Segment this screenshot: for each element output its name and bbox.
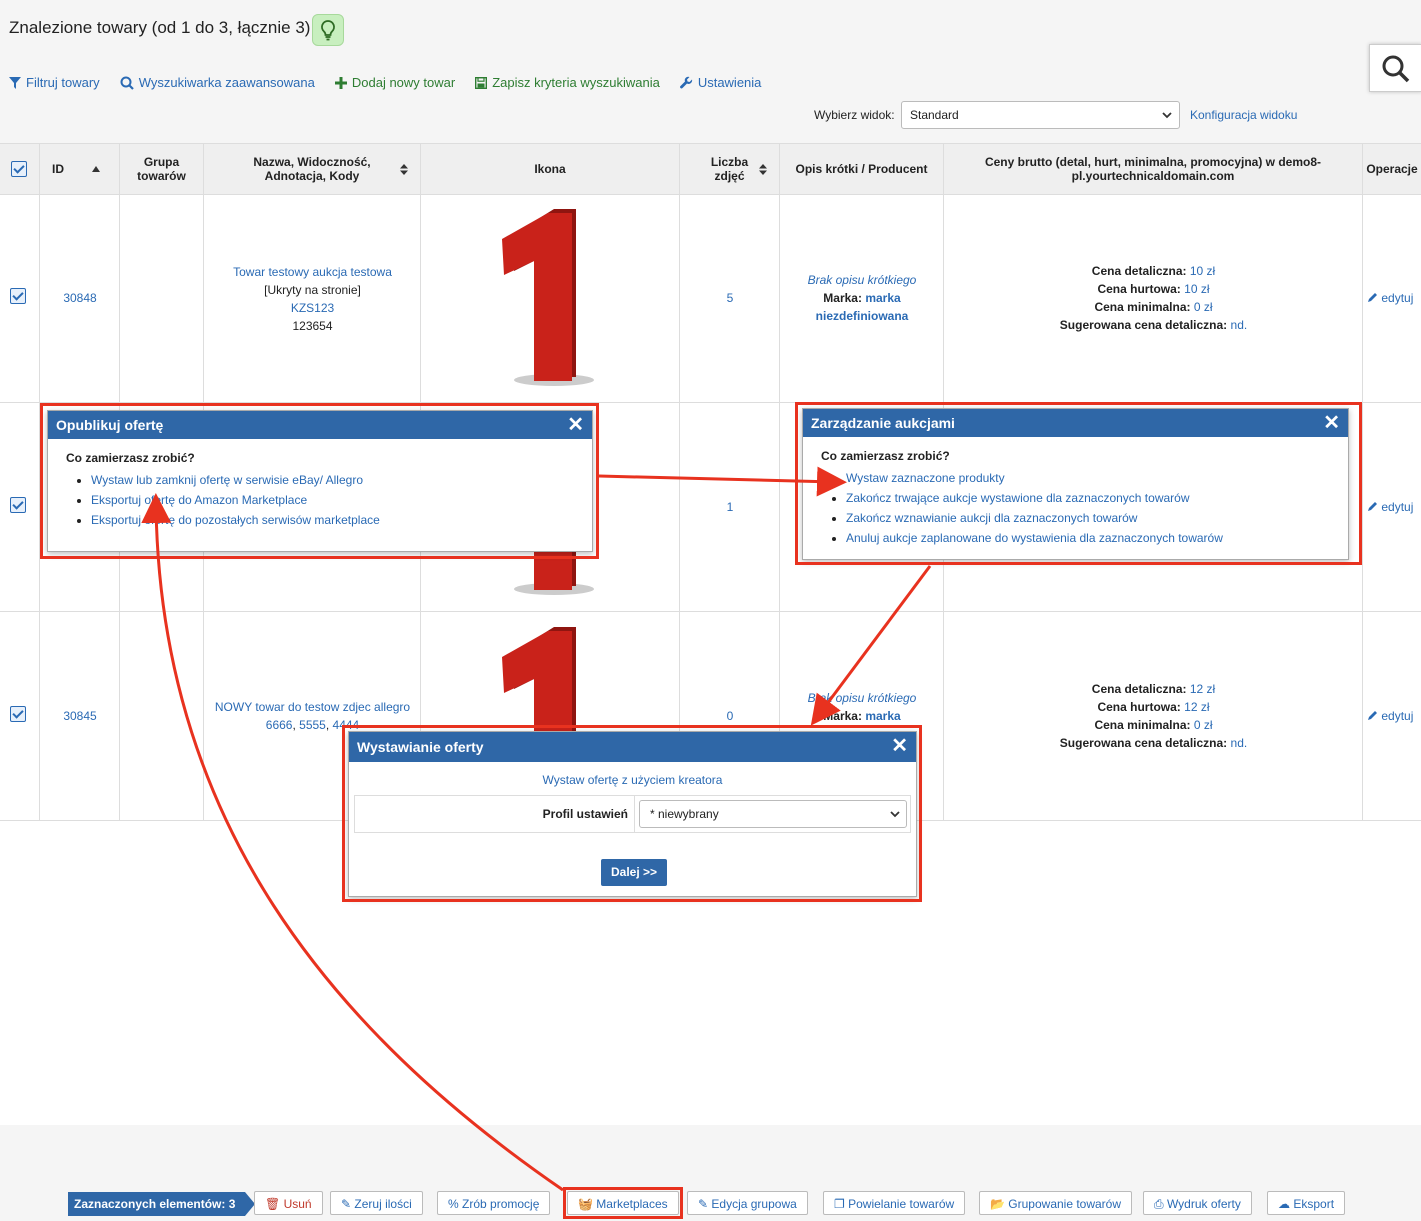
zero-label: Zeruj ilości [354,1197,412,1211]
marketplaces-button[interactable]: 🧺 Marketplaces [567,1191,679,1215]
delete-button[interactable]: 🗑 Usuń [254,1191,323,1215]
marketplaces-label: Marketplaces [596,1197,668,1211]
copy-icon: ❐ [834,1197,845,1211]
duplicate-label: Powielanie towarów [848,1197,955,1211]
eraser-icon: ✎ [341,1197,352,1211]
zero-quantities-button[interactable]: ✎ Zeruj ilości [330,1191,423,1215]
promotion-button[interactable]: % Zrób promocję [437,1191,551,1215]
selected-count-badge: Zaznaczonych elementów: 3 [68,1192,256,1216]
export-button[interactable]: ☁ Eksport [1267,1191,1346,1215]
cloud-icon: ☁ [1278,1197,1290,1211]
trash-icon: 🗑 [265,1197,281,1211]
print-button[interactable]: ⎙ Wydruk oferty [1143,1191,1252,1215]
folder-icon: 📂 [990,1197,1005,1211]
basket-icon: 🧺 [578,1197,593,1211]
arrow-to-offer [810,565,932,726]
bottom-action-bar: Zaznaczonych elementów: 3 🗑 Usuń ✎ Zeruj… [0,1183,1421,1221]
grouping-label: Grupowanie towarów [1008,1197,1122,1211]
export-label: Eksport [1293,1197,1335,1211]
edit-icon: ✎ [698,1197,709,1211]
promo-label: Zrób promocję [462,1197,540,1211]
group-edit-label: Edycja grupowa [711,1197,797,1211]
arrow-to-publish [141,493,564,1192]
arrow-to-auctions [598,466,847,497]
annotation-arrows [141,466,932,1192]
group-edit-button[interactable]: ✎ Edycja grupowa [687,1191,808,1215]
print-label: Wydruk oferty [1166,1197,1241,1211]
grouping-button[interactable]: 📂 Grupowanie towarów [979,1191,1133,1215]
print-icon: ⎙ [1154,1197,1164,1211]
duplicate-button[interactable]: ❐ Powielanie towarów [823,1191,966,1215]
delete-label: Usuń [283,1197,312,1211]
percent-icon: % [448,1197,459,1211]
